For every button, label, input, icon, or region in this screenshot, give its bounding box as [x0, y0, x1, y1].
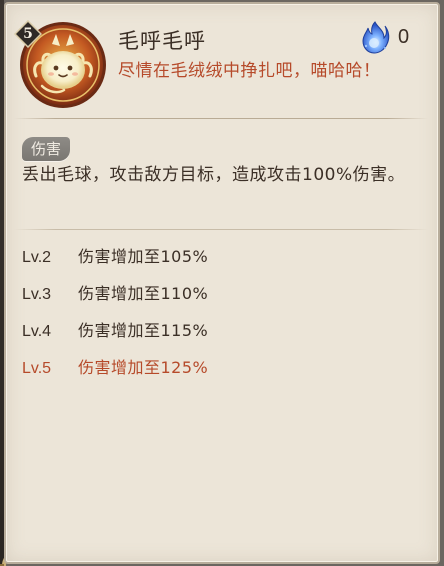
blue-soul-fire-icon: [362, 21, 390, 54]
upgrade-divider: [14, 229, 428, 230]
skill-level-badge: 5: [14, 20, 42, 48]
skill-flavor-text: 尽情在毛绒绒中挣扎吧，喵哈哈！: [118, 61, 381, 81]
damage-tag: 伤害: [22, 137, 71, 161]
upgrade-effect: 伤害增加至110%: [78, 284, 209, 303]
skill-cost-value: 0: [398, 26, 410, 48]
upgrade-row-lv4: Lv.4 伤害增加至115%: [22, 312, 422, 349]
upgrade-row-lv5-current: Lv.5 伤害增加至125%: [22, 349, 422, 386]
skill-name: 毛呼毛呼: [118, 29, 206, 53]
upgrade-level: Lv.4: [22, 323, 52, 340]
upgrade-list: Lv.2 伤害增加至105% Lv.3 伤害增加至110% Lv.4 伤害增加至115…: [22, 238, 422, 386]
upgrade-level: Lv.5: [22, 360, 52, 377]
upgrade-effect: 伤害增加至115%: [78, 321, 209, 340]
upgrade-row-lv2: Lv.2 伤害增加至105%: [22, 238, 422, 275]
upgrade-level: Lv.3: [22, 286, 52, 303]
skill-level-value: 5: [23, 26, 33, 42]
upgrade-level: Lv.2: [22, 249, 52, 266]
upgrade-effect: 伤害增加至125%: [78, 358, 209, 377]
header-divider: [14, 118, 428, 119]
skill-description: 丢出毛球，攻击敌方目标，造成攻击100%伤害。: [22, 165, 406, 185]
upgrade-row-lv3: Lv.3 伤害增加至110%: [22, 275, 422, 312]
upgrade-effect: 伤害增加至105%: [78, 247, 209, 266]
